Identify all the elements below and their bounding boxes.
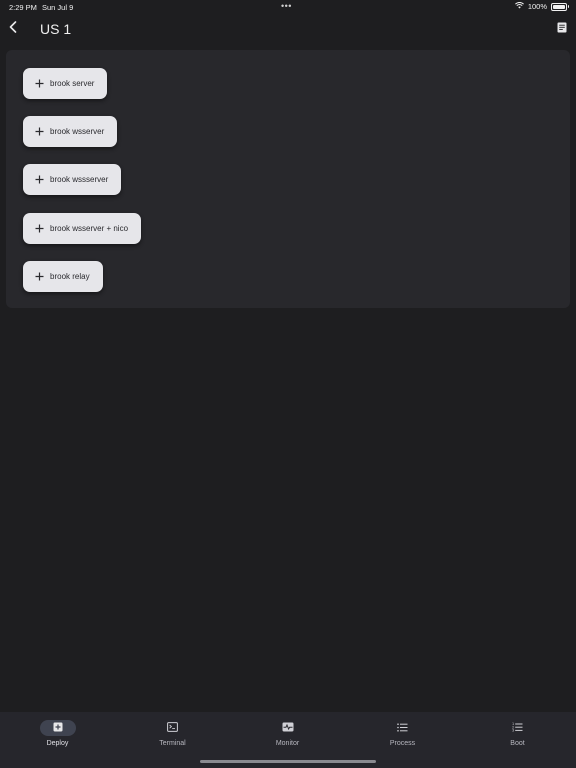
- list-icon: [397, 719, 408, 737]
- plus-icon: [35, 224, 44, 233]
- monitor-icon: [282, 719, 294, 737]
- nav-label: Terminal: [159, 740, 186, 747]
- deploy-brook-wssserver-button[interactable]: brook wssserver: [23, 164, 122, 195]
- nav-label: Monitor: [275, 740, 300, 747]
- svg-text:3: 3: [512, 729, 514, 732]
- deploy-brook-wsserver-button[interactable]: brook wsserver: [23, 116, 118, 147]
- deploy-brook-server-button[interactable]: brook server: [23, 68, 108, 99]
- battery-icon: [551, 2, 569, 11]
- deploy-brook-relay-button[interactable]: brook relay: [23, 261, 103, 292]
- nav-item-process[interactable]: Process: [345, 712, 460, 756]
- nav-item-monitor[interactable]: Monitor: [230, 712, 345, 756]
- nav-icon-container: 1 2 3: [500, 720, 536, 736]
- nav-item-terminal[interactable]: Terminal: [115, 712, 230, 756]
- nav-item-boot[interactable]: 1 2 3 Boot: [460, 712, 575, 756]
- page-title: US 1: [40, 21, 72, 37]
- terminal-icon: [167, 719, 178, 737]
- status-date: Sun Jul 9: [42, 3, 74, 12]
- plus-icon: [35, 272, 44, 281]
- nav-icon-container: [270, 720, 306, 736]
- nav-label: Process: [389, 740, 416, 747]
- wifi-icon: [514, 2, 524, 11]
- chip-label: brook wssserver: [50, 175, 109, 184]
- chip-label: brook server: [50, 79, 95, 88]
- chevron-left-icon: [9, 20, 17, 38]
- notes-button[interactable]: [555, 21, 569, 37]
- nav-active-indicator: [39, 719, 76, 737]
- deploy-brook-wsserver-nico-button[interactable]: brook wsserver + nico: [23, 213, 142, 244]
- status-bar: 2:29 PM Sun Jul 9 ••• 100%: [0, 0, 576, 14]
- numbered-list-icon: 1 2 3: [512, 719, 523, 737]
- status-time: 2:29 PM: [9, 3, 37, 12]
- back-button[interactable]: [4, 18, 22, 40]
- deploy-card: brook server brook wsserver brook wssser…: [6, 50, 570, 308]
- nav-icon-container: [155, 720, 191, 736]
- nav-label: Deploy: [46, 740, 69, 747]
- nav-label: Boot: [510, 740, 525, 747]
- home-indicator[interactable]: [200, 760, 376, 763]
- nav-item-deploy[interactable]: Deploy: [0, 712, 115, 756]
- status-indicators: 100%: [514, 2, 569, 11]
- chip-label: brook wsserver + nico: [50, 224, 129, 233]
- plus-square-icon: [53, 719, 63, 737]
- battery-percentage: 100%: [527, 2, 547, 11]
- app-screen: 2:29 PM Sun Jul 9 ••• 100% US 1 brook se…: [0, 0, 576, 768]
- chip-label: brook relay: [50, 272, 90, 281]
- plus-icon: [35, 79, 44, 88]
- nav-icon-container: [385, 720, 421, 736]
- plus-icon: [35, 175, 44, 184]
- app-bar: US 1: [0, 14, 576, 46]
- chip-label: brook wsserver: [50, 127, 105, 136]
- plus-icon: [35, 127, 44, 136]
- multitasking-dots[interactable]: •••: [281, 1, 292, 11]
- notes-icon: [557, 20, 567, 38]
